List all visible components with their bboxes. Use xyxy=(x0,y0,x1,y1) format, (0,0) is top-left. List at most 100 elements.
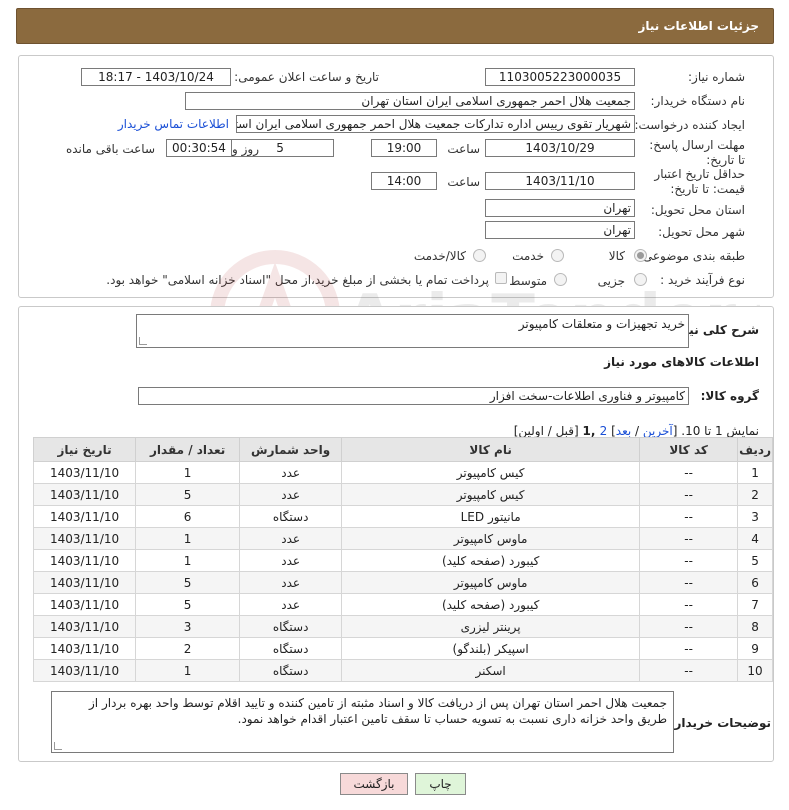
quantity-cell: 1 xyxy=(135,659,241,682)
buyer-notes-field[interactable]: جمعیت هلال احمر استان تهران پس از دریافت… xyxy=(51,691,674,753)
row-number-cell: 1 xyxy=(737,461,773,484)
treasury-payment-checkbox[interactable] xyxy=(495,272,507,284)
col-header-goods-code: کد کالا xyxy=(639,437,739,462)
unit-cell: عدد xyxy=(239,527,343,550)
table-row: 8 -- پرینتر لیزری دستگاه 3 1403/11/10 xyxy=(32,615,773,638)
city-field[interactable]: تهران xyxy=(485,221,635,239)
deadline-time-label: ساعت xyxy=(447,142,480,156)
need-number-label: شماره نیاز: xyxy=(688,70,745,84)
goods-name-cell: اسکنر xyxy=(341,659,641,682)
back-button[interactable]: بازگشت xyxy=(340,773,408,795)
announce-datetime-field[interactable]: 1403/10/24 - 18:17 xyxy=(81,68,231,86)
need-number-field[interactable]: 1103005223000035 xyxy=(485,68,635,86)
pagination-next-link[interactable]: بعد xyxy=(616,424,631,438)
category-service-radio[interactable] xyxy=(551,249,564,262)
validity-time-field[interactable]: 14:00 xyxy=(371,172,437,190)
validity-date-field[interactable]: 1403/11/10 xyxy=(485,172,635,190)
process-minor-radio[interactable] xyxy=(634,273,647,286)
table-row: 10 -- اسکنر دستگاه 1 1403/11/10 xyxy=(32,659,773,682)
goods-name-cell: کیس کامپیوتر xyxy=(341,483,641,506)
need-date-cell: 1403/11/10 xyxy=(32,637,137,660)
deadline-date-field[interactable]: 1403/10/29 xyxy=(485,139,635,157)
quantity-cell: 1 xyxy=(135,527,241,550)
process-minor-label: جزیی xyxy=(597,274,625,288)
goods-info-title: اطلاعات کالاهای مورد نیاز xyxy=(604,355,759,369)
col-header-quantity: تعداد / مقدار xyxy=(135,437,241,462)
goods-code-cell: -- xyxy=(639,505,739,528)
row-number-cell: 7 xyxy=(737,593,773,616)
pagination-suffix: [قبل / اولین] xyxy=(513,424,583,438)
pagination-last-link[interactable]: آخرین xyxy=(643,424,673,438)
unit-cell: دستگاه xyxy=(239,615,343,638)
col-header-goods-name: نام کالا xyxy=(341,437,641,462)
need-date-cell: 1403/11/10 xyxy=(32,615,137,638)
goods-name-cell: پرینتر لیزری xyxy=(341,615,641,638)
resize-handle-icon[interactable] xyxy=(139,337,147,345)
table-row: 4 -- ماوس کامپیوتر عدد 1 1403/11/10 xyxy=(32,527,773,550)
unit-cell: عدد xyxy=(239,483,343,506)
row-number-cell: 4 xyxy=(737,527,773,550)
col-header-unit: واحد شمارش xyxy=(239,437,343,462)
need-date-cell: 1403/11/10 xyxy=(32,527,137,550)
need-date-cell: 1403/11/10 xyxy=(32,659,137,682)
days-label: روز و xyxy=(232,142,259,156)
pagination-current-page: ,1 xyxy=(582,424,600,438)
time-remaining-field[interactable]: 00:30:54 xyxy=(166,139,232,157)
need-date-cell: 1403/11/10 xyxy=(32,549,137,572)
quantity-cell: 3 xyxy=(135,615,241,638)
description-text: خرید تجهیزات و متعلقات کامپیوتر xyxy=(518,317,685,331)
goods-name-cell: ماوس کامپیوتر xyxy=(341,571,641,594)
goods-table: ردیف کد کالا نام کالا واحد شمارش تعداد /… xyxy=(32,437,773,682)
description-field[interactable]: خرید تجهیزات و متعلقات کامپیوتر xyxy=(136,314,689,348)
need-date-cell: 1403/11/10 xyxy=(32,461,137,484)
creator-label: ایجاد کننده درخواست: xyxy=(634,118,745,132)
buyer-notes-text: جمعیت هلال احمر استان تهران پس از دریافت… xyxy=(89,696,667,726)
buyer-org-label: نام دستگاه خریدار: xyxy=(650,94,746,108)
unit-cell: عدد xyxy=(239,461,343,484)
creator-field[interactable]: شهریار تقوی رییس اداره تدارکات جمعیت هلا… xyxy=(236,115,635,133)
goods-name-cell: کیبورد (صفحه کلید) xyxy=(341,593,641,616)
category-goods-radio[interactable] xyxy=(634,249,647,262)
goods-code-cell: -- xyxy=(639,571,739,594)
pagination: نمایش 1 تا 10. [آخرین / بعد] 2 ,1 [قبل /… xyxy=(514,424,759,438)
treasury-payment-note: پرداخت تمام یا بخشی از مبلغ خرید،از محل … xyxy=(106,273,489,287)
goods-table-body: 1 -- کیس کامپیوتر عدد 1 1403/11/10 2 -- کیس کامپ… xyxy=(32,461,773,682)
col-header-need-date: تاریخ نیاز xyxy=(32,437,137,462)
goods-code-cell: -- xyxy=(639,549,739,572)
goods-name-cell: مانیتور LED xyxy=(341,505,641,528)
goods-name-cell: ماوس کامپیوتر xyxy=(341,527,641,550)
process-label: نوع فرآیند خرید : xyxy=(660,273,745,287)
province-field[interactable]: تهران xyxy=(485,199,635,217)
page-title: جزئیات اطلاعات نیاز xyxy=(638,19,759,33)
quantity-cell: 1 xyxy=(135,549,241,572)
goods-group-field[interactable]: کامپیوتر و فناوری اطلاعات-سخت افزار xyxy=(138,387,689,405)
city-label: شهر محل تحویل: xyxy=(658,225,745,239)
print-button[interactable]: چاپ xyxy=(415,773,466,795)
goods-code-cell: -- xyxy=(639,527,739,550)
pagination-sep: ] xyxy=(607,424,616,438)
table-row: 9 -- اسپیکر (بلندگو) دستگاه 2 1403/11/10 xyxy=(32,637,773,660)
process-medium-radio[interactable] xyxy=(554,273,567,286)
row-number-cell: 3 xyxy=(737,505,773,528)
deadline-time-field[interactable]: 19:00 xyxy=(371,139,437,157)
need-date-cell: 1403/11/10 xyxy=(32,505,137,528)
buyer-notes-label: توضیحات خریدار: xyxy=(669,716,771,730)
pagination-sep: / xyxy=(631,424,643,438)
goods-code-cell: -- xyxy=(639,615,739,638)
row-number-cell: 5 xyxy=(737,549,773,572)
quantity-cell: 5 xyxy=(135,483,241,506)
goods-code-cell: -- xyxy=(639,659,739,682)
resize-handle-icon[interactable] xyxy=(54,742,62,750)
unit-cell: عدد xyxy=(239,549,343,572)
table-header-row: ردیف کد کالا نام کالا واحد شمارش تعداد /… xyxy=(32,437,773,462)
quantity-cell: 2 xyxy=(135,637,241,660)
category-service-label: خدمت xyxy=(512,249,544,263)
quantity-cell: 1 xyxy=(135,461,241,484)
remaining-label: ساعت باقی مانده xyxy=(65,142,155,156)
buyer-contact-link[interactable]: اطلاعات تماس خریدار xyxy=(118,117,229,131)
table-row: 3 -- مانیتور LED دستگاه 6 1403/11/10 xyxy=(32,505,773,528)
category-goods-service-radio[interactable] xyxy=(473,249,486,262)
deadline-label: مهلت ارسال پاسخ: تا تاریخ: xyxy=(649,138,745,167)
buyer-org-field[interactable]: جمعیت هلال احمر جمهوری اسلامی ایران استا… xyxy=(185,92,635,110)
goods-code-cell: -- xyxy=(639,483,739,506)
